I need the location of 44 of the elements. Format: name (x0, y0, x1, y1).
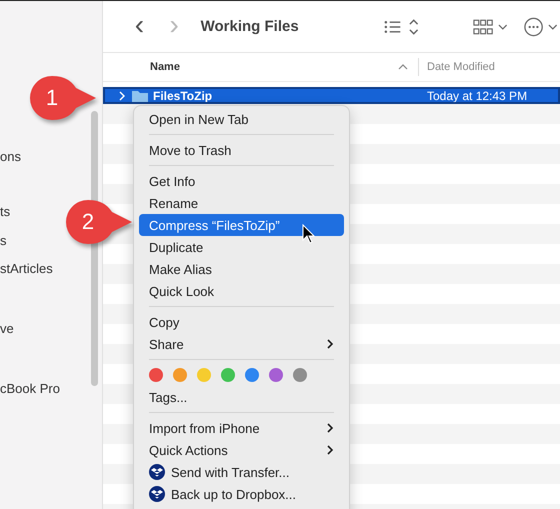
tag-dot[interactable] (197, 368, 211, 382)
sort-icon (398, 64, 408, 70)
tag-dot[interactable] (245, 368, 259, 382)
dropbox-icon (149, 464, 165, 480)
menu-item[interactable]: Rename (139, 192, 344, 214)
file-row[interactable]: FilesToZip Today at 12:43 PM (103, 87, 560, 104)
disclosure-icon[interactable] (117, 90, 127, 100)
tag-dot[interactable] (221, 368, 235, 382)
sidebar-item[interactable]: ts (0, 204, 10, 219)
menu-item[interactable]: Make Alias (139, 258, 344, 280)
tag-dot[interactable] (149, 368, 163, 382)
menu-item[interactable]: Duplicate (139, 236, 344, 258)
tag-dot[interactable] (269, 368, 283, 382)
menu-item[interactable]: Move to Trash (139, 139, 344, 161)
chevron-icon (326, 422, 334, 434)
menu-item[interactable]: Get Info (139, 170, 344, 192)
sidebar-item[interactable]: cBook Pro (0, 381, 60, 396)
step-marker: 1 (28, 74, 98, 122)
back-button[interactable]: ‹ (125, 10, 154, 42)
chevron-icon (326, 338, 334, 350)
menu-item[interactable]: Copy (139, 311, 344, 333)
menu-item[interactable]: Send with Transfer... (139, 461, 344, 483)
column-header[interactable]: Name (103, 58, 419, 76)
sidebar-item[interactable]: s (0, 233, 6, 248)
menu-item[interactable]: Open in New Tab (139, 108, 344, 130)
menu-item[interactable]: Quick Actions (139, 439, 344, 461)
more-icon[interactable] (523, 16, 560, 38)
menu-item[interactable]: Quick Look (139, 280, 344, 302)
menu-item[interactable]: Import from iPhone (139, 417, 344, 439)
menu-item[interactable]: Back up to Dropbox... (139, 483, 344, 505)
menu-item[interactable]: Tags... (139, 386, 344, 408)
cursor-icon (302, 224, 316, 244)
window-title: Working Files (200, 18, 300, 35)
tag-dot[interactable] (173, 368, 187, 382)
column-header[interactable]: Date Modified (419, 53, 495, 81)
step-marker: 2 (64, 198, 134, 246)
chevron-icon (326, 444, 334, 456)
dropbox-icon (149, 486, 165, 502)
sidebar-item[interactable]: stArticles (0, 261, 53, 276)
sidebar-item[interactable]: ons (0, 149, 21, 164)
grid-view-icon[interactable] (472, 16, 510, 36)
sidebar-item[interactable]: ve (0, 321, 14, 336)
menu-item[interactable]: Share (139, 333, 344, 355)
tag-dot[interactable] (293, 368, 307, 382)
